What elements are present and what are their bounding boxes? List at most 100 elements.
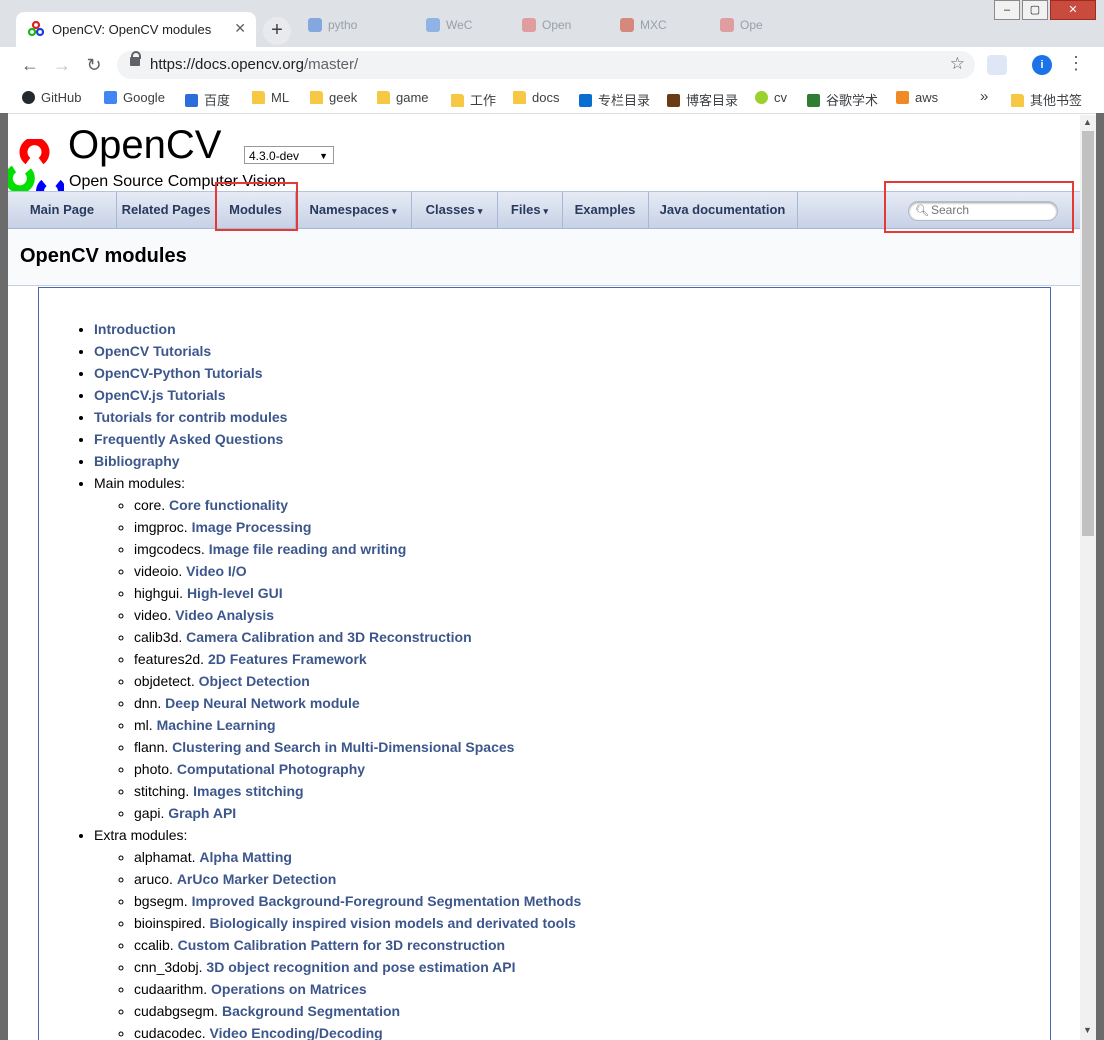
module-link[interactable]: 3D object recognition and pose estimatio… <box>206 959 515 975</box>
scroll-up-icon[interactable]: ▲ <box>1083 117 1092 127</box>
bookmark-item[interactable]: game <box>377 90 429 105</box>
tab-close-icon[interactable]: ✕ <box>234 20 246 37</box>
bookmark-star-icon[interactable]: ☆ <box>950 54 965 74</box>
toc-item: OpenCV Tutorials <box>94 340 581 362</box>
module-item: photo. Computational Photography <box>134 758 581 780</box>
bookmark-item[interactable]: docs <box>513 90 559 105</box>
bookmark-item[interactable]: geek <box>310 90 357 105</box>
module-link[interactable]: Image file reading and writing <box>209 541 407 557</box>
background-tab[interactable]: WeC <box>418 12 510 40</box>
bookmark-item[interactable]: 谷歌学术 <box>807 90 878 109</box>
module-link[interactable]: Video I/O <box>186 563 246 579</box>
module-link[interactable]: Computational Photography <box>177 761 365 777</box>
address-bar[interactable]: https://docs.opencv.org/master/ ☆ <box>117 51 975 79</box>
module-link[interactable]: Camera Calibration and 3D Reconstruction <box>186 629 472 645</box>
nav-item-namespaces[interactable]: Namespaces ▾ <box>295 192 412 228</box>
url-text[interactable]: https://docs.opencv.org/master/ <box>150 56 358 73</box>
background-tab[interactable]: MXC <box>612 12 704 40</box>
nav-item-classes[interactable]: Classes ▾ <box>411 192 498 228</box>
minimize-icon[interactable]: – <box>994 0 1020 20</box>
module-link[interactable]: Machine Learning <box>157 717 276 733</box>
toc-link[interactable]: Introduction <box>94 321 176 337</box>
module-link[interactable]: Background Segmentation <box>222 1003 400 1019</box>
annotation-box-modules <box>215 182 298 231</box>
nav-item-main-page[interactable]: Main Page <box>8 192 117 228</box>
bookmark-item[interactable]: Google <box>104 90 165 105</box>
toc-link[interactable]: OpenCV Tutorials <box>94 343 211 359</box>
tab-favicon-icon <box>426 18 440 32</box>
nav-item-related-pages[interactable]: Related Pages <box>116 192 217 228</box>
toc-item: OpenCV-Python Tutorials <box>94 362 581 384</box>
module-link[interactable]: High-level GUI <box>187 585 283 601</box>
maximize-icon[interactable]: ▢ <box>1022 0 1048 20</box>
toc-link[interactable]: Tutorials for contrib modules <box>94 409 287 425</box>
bookmark-item[interactable]: GitHub <box>22 90 81 105</box>
toc-item: Tutorials for contrib modules <box>94 406 581 428</box>
module-group-label: Main modules: <box>94 475 186 491</box>
tab-strip: OpenCV: OpenCV modules ✕ + pytho WeC Open M… <box>0 0 1104 48</box>
extension-icon[interactable] <box>987 55 1007 75</box>
bookmark-item[interactable]: 工作 <box>451 90 496 109</box>
bookmark-item[interactable]: aws <box>896 90 938 105</box>
bookmark-item[interactable]: 博客目录 <box>667 90 738 109</box>
toc-item: OpenCV.js Tutorials <box>94 384 581 406</box>
module-item: videoio. Video I/O <box>134 560 581 582</box>
module-link[interactable]: Core functionality <box>169 497 288 513</box>
toc-link[interactable]: Frequently Asked Questions <box>94 431 283 447</box>
toc-link[interactable]: OpenCV.js Tutorials <box>94 387 225 403</box>
bookmark-item[interactable]: 百度 <box>185 90 230 109</box>
module-item: ccalib. Custom Calibration Pattern for 3… <box>134 934 581 956</box>
toc-link[interactable]: OpenCV-Python Tutorials <box>94 365 263 381</box>
bookmark-item[interactable]: ML <box>252 90 289 105</box>
profile-avatar[interactable]: i <box>1032 55 1052 75</box>
background-tab[interactable]: Open <box>514 12 606 40</box>
module-link[interactable]: Object Detection <box>199 673 310 689</box>
page-scrollbar[interactable]: ▲ ▼ <box>1080 115 1096 1040</box>
scholar-icon <box>807 94 820 107</box>
nav-item-java-documentation[interactable]: Java documentation <box>648 192 798 228</box>
blog-icon <box>667 94 680 107</box>
module-link[interactable]: Image Processing <box>192 519 312 535</box>
module-link[interactable]: ArUco Marker Detection <box>177 871 337 887</box>
folder-icon <box>513 91 526 104</box>
module-link[interactable]: Biologically inspired vision models and … <box>210 915 576 931</box>
module-group: Extra modules:alphamat. Alpha Mattingaru… <box>94 824 581 1040</box>
other-bookmarks[interactable]: 其他书签 <box>1011 90 1082 109</box>
forward-icon[interactable]: → <box>51 55 73 76</box>
nav-item-files[interactable]: Files ▾ <box>497 192 563 228</box>
bookmark-item[interactable]: 专栏目录 <box>579 90 650 109</box>
module-name: core. <box>134 497 166 513</box>
module-name: cnn_3dobj. <box>134 959 203 975</box>
github-icon <box>22 91 35 104</box>
module-link[interactable]: Alpha Matting <box>199 849 292 865</box>
window-close-icon[interactable]: ✕ <box>1050 0 1096 20</box>
title-area: OpenCV modules <box>8 229 1080 286</box>
module-link[interactable]: Graph API <box>168 805 236 821</box>
reload-icon[interactable]: ↻ <box>83 55 105 76</box>
tab-active[interactable]: OpenCV: OpenCV modules ✕ <box>16 12 256 48</box>
scroll-thumb[interactable] <box>1082 131 1094 536</box>
scroll-down-icon[interactable]: ▼ <box>1083 1025 1092 1035</box>
module-link[interactable]: Operations on Matrices <box>211 981 367 997</box>
module-link[interactable]: Clustering and Search in Multi-Dimension… <box>172 739 514 755</box>
module-link[interactable]: Video Encoding/Decoding <box>210 1025 383 1040</box>
module-link[interactable]: Video Analysis <box>175 607 274 623</box>
module-name: video. <box>134 607 172 623</box>
module-link[interactable]: Images stitching <box>193 783 303 799</box>
bookmarks-bar: GitHub Google 百度 ML geek game 工作 docs 专栏目录 博客目录 cv… <box>0 83 1104 114</box>
toc-link[interactable]: Bibliography <box>94 453 180 469</box>
nav-item-examples[interactable]: Examples <box>562 192 649 228</box>
version-select[interactable]: 4.3.0-dev ▼ <box>244 146 334 164</box>
module-link[interactable]: Improved Background-Foreground Segmentat… <box>192 893 582 909</box>
module-link[interactable]: 2D Features Framework <box>208 651 367 667</box>
annotation-box-search <box>884 181 1074 233</box>
background-tab[interactable]: Ope <box>712 12 804 40</box>
back-icon[interactable]: ← <box>19 55 41 76</box>
background-tab[interactable]: pytho <box>300 12 392 40</box>
menu-kebab-icon[interactable]: ⋮ <box>1067 53 1085 74</box>
module-link[interactable]: Deep Neural Network module <box>165 695 360 711</box>
bookmark-item[interactable]: cv <box>755 90 787 105</box>
new-tab-button[interactable]: + <box>263 17 291 45</box>
module-link[interactable]: Custom Calibration Pattern for 3D recons… <box>178 937 505 953</box>
bookmarks-more-icon[interactable]: » <box>980 88 988 105</box>
